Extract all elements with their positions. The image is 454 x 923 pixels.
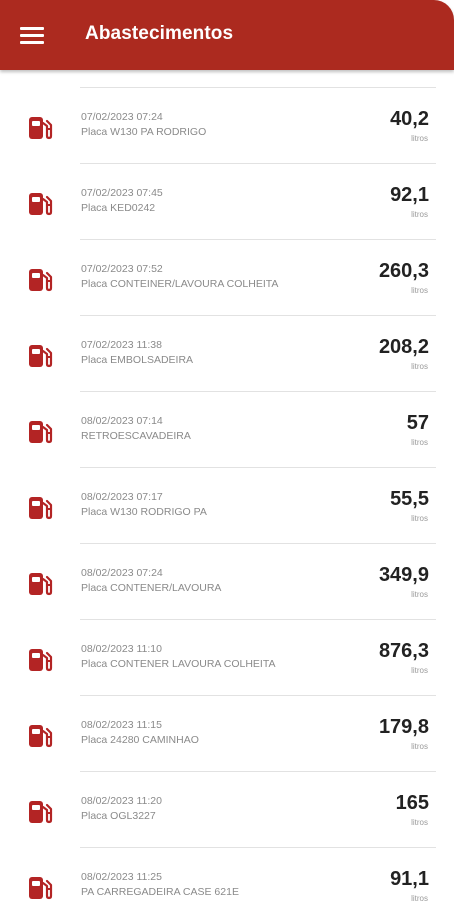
hamburger-menu-icon[interactable] xyxy=(20,25,44,45)
list-item[interactable]: 08/02/2023 11:15 Placa 24280 CAMINHAO 179,… xyxy=(0,696,454,771)
refuel-description: Placa 24280 CAMINHAO xyxy=(81,734,199,746)
fuel-pump-icon xyxy=(27,267,53,293)
refuel-list: 07/02/2023 07:24 Placa W130 PA RODRIGO 40,… xyxy=(0,87,454,923)
refuel-datetime: 08/02/2023 11:25 xyxy=(81,871,162,883)
refuel-unit: litros xyxy=(411,286,428,295)
refuel-description: Placa EMBOLSADEIRA xyxy=(81,354,194,366)
refuel-datetime: 07/02/2023 07:24 xyxy=(81,111,163,123)
refuel-unit: litros xyxy=(411,134,428,143)
refuel-datetime: 08/02/2023 07:17 xyxy=(81,491,163,503)
fuel-pump-icon xyxy=(27,495,53,521)
fuel-pump-icon xyxy=(27,419,53,445)
refuel-datetime: 08/02/2023 11:10 xyxy=(81,643,162,655)
refuel-unit: litros xyxy=(411,742,428,751)
fuel-pump-icon xyxy=(27,115,53,141)
refuel-description: Placa CONTENER LAVOURA COLHEITA xyxy=(81,658,276,670)
list-item[interactable]: 08/02/2023 07:17 Placa W130 RODRIGO PA 55,… xyxy=(0,468,454,543)
menu-bar-line xyxy=(20,34,44,37)
fuel-pump-icon xyxy=(27,191,53,217)
list-item[interactable]: 07/02/2023 07:24 Placa W130 PA RODRIGO 40,… xyxy=(0,88,454,163)
refuel-unit: litros xyxy=(411,210,428,219)
refuel-volume: 208,2 xyxy=(378,336,429,358)
fuel-pump-icon xyxy=(27,571,53,597)
fuel-pump-icon xyxy=(27,647,53,673)
refuel-unit: litros xyxy=(411,590,428,599)
refuel-unit: litros xyxy=(411,666,428,675)
refuel-description: RETROESCAVADEIRA xyxy=(81,430,191,442)
refuel-volume: 165 xyxy=(395,792,429,814)
refuel-datetime: 08/02/2023 11:15 xyxy=(81,719,162,731)
refuel-unit: litros xyxy=(411,362,428,371)
refuel-unit: litros xyxy=(411,438,428,447)
refuel-description: Placa OGL3227 xyxy=(81,810,156,822)
refuel-description: Placa W130 PA RODRIGO xyxy=(81,126,207,138)
refuel-description: Placa W130 RODRIGO PA xyxy=(81,506,207,518)
refuel-unit: litros xyxy=(411,514,428,523)
list-item[interactable]: 08/02/2023 07:14 RETROESCAVADEIRA 57 litros xyxy=(0,392,454,467)
fuel-pump-icon xyxy=(27,799,53,825)
refuel-datetime: 08/02/2023 11:20 xyxy=(81,795,162,807)
refuel-description: Placa KED0242 xyxy=(81,202,156,214)
refuel-datetime: 08/02/2023 07:24 xyxy=(81,567,163,579)
refuel-volume: 349,9 xyxy=(378,564,429,586)
refuel-datetime: 07/02/2023 07:52 xyxy=(81,263,163,275)
refuel-description: PA CARREGADEIRA CASE 621E xyxy=(81,886,239,898)
refuel-volume: 40,2 xyxy=(390,108,429,130)
refuel-unit: litros xyxy=(411,818,428,827)
refuel-volume: 55,5 xyxy=(390,488,429,510)
menu-bar-line xyxy=(20,27,44,30)
list-item[interactable]: 07/02/2023 07:52 Placa CONTEINER/LAVOURA … xyxy=(0,240,454,315)
refuel-description: Placa CONTEINER/LAVOURA COLHEITA xyxy=(81,278,279,290)
refuel-description: Placa CONTENER/LAVOURA xyxy=(81,582,222,594)
menu-bar-line xyxy=(20,41,44,44)
page-title: Abastecimentos xyxy=(85,23,234,44)
refuel-volume: 260,3 xyxy=(378,260,429,282)
list-item[interactable]: 08/02/2023 11:25 PA CARREGADEIRA CASE 621… xyxy=(0,848,454,923)
fuel-pump-icon xyxy=(27,875,53,901)
refuel-volume: 876,3 xyxy=(378,640,429,662)
refuel-datetime: 08/02/2023 07:14 xyxy=(81,415,163,427)
fuel-pump-icon xyxy=(27,723,53,749)
app-bar: Abastecimentos xyxy=(0,0,454,70)
refuel-unit: litros xyxy=(411,894,428,903)
refuel-volume: 92,1 xyxy=(390,184,429,206)
list-item[interactable]: 08/02/2023 07:24 Placa CONTENER/LAVOURA 34… xyxy=(0,544,454,619)
list-item[interactable]: 08/02/2023 11:10 Placa CONTENER LAVOURA C… xyxy=(0,620,454,695)
list-item[interactable]: 08/02/2023 11:20 Placa OGL3227 165 litros xyxy=(0,772,454,847)
refuel-volume: 57 xyxy=(406,412,429,434)
list-item[interactable]: 07/02/2023 11:38 Placa EMBOLSADEIRA 208,2 l… xyxy=(0,316,454,391)
refuel-datetime: 07/02/2023 07:45 xyxy=(81,187,163,199)
refuel-volume: 91,1 xyxy=(390,868,429,890)
fuel-pump-icon xyxy=(27,343,53,369)
list-item[interactable]: 07/02/2023 07:45 Placa KED0242 92,1 litros xyxy=(0,164,454,239)
refuel-datetime: 07/02/2023 11:38 xyxy=(81,339,162,351)
refuel-volume: 179,8 xyxy=(378,716,429,738)
